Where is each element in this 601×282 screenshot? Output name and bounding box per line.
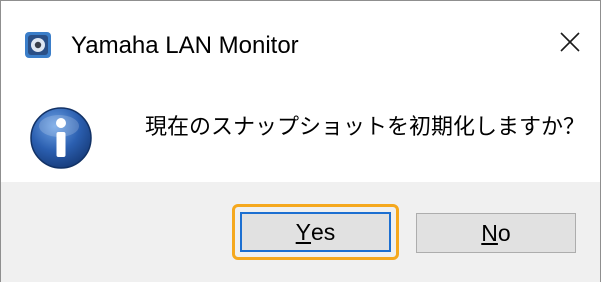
yes-button[interactable]: Yes xyxy=(240,212,391,252)
window-title: Yamaha LAN Monitor xyxy=(71,32,299,59)
yes-label-rest: es xyxy=(311,218,336,245)
close-button[interactable] xyxy=(549,23,591,65)
message-dialog: Yamaha LAN Monitor 現在のスナップショットを初期化しますか？ … xyxy=(0,0,601,282)
dialog-content: 現在のスナップショットを初期化しますか？ xyxy=(1,81,600,181)
no-button[interactable]: No xyxy=(416,213,576,253)
title-bar[interactable]: Yamaha LAN Monitor xyxy=(1,1,600,81)
information-icon xyxy=(29,106,93,170)
yes-mnemonic: Y xyxy=(295,218,312,245)
no-mnemonic: N xyxy=(481,219,498,246)
message-text: 現在のスナップショットを初期化しますか？ xyxy=(145,115,586,140)
app-icon xyxy=(24,31,52,59)
close-icon xyxy=(559,31,581,57)
button-bar: Yes No xyxy=(1,182,600,282)
no-label-rest: o xyxy=(497,219,511,246)
